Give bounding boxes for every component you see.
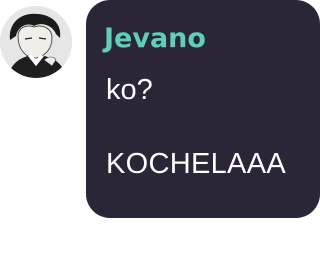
sender-name: Jevano xyxy=(104,23,206,54)
message-line: ko? xyxy=(106,74,153,106)
avatar-image xyxy=(0,6,72,78)
message-line: KOCHELAAA xyxy=(106,148,286,180)
message-bubble[interactable]: Jevano ko? KOCHELAAA xyxy=(86,0,320,218)
sender-avatar[interactable] xyxy=(0,6,72,78)
